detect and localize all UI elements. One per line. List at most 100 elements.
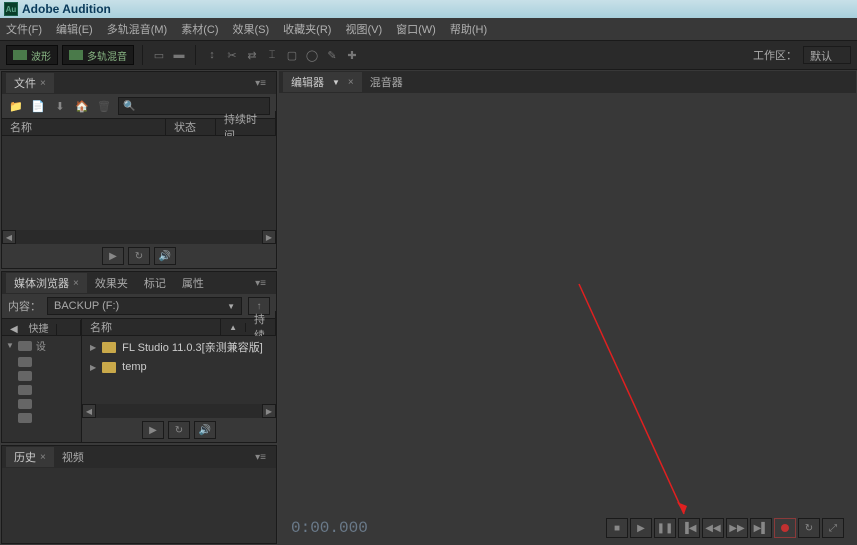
menu-view[interactable]: 视图(V) (345, 21, 382, 37)
tool-icon-2[interactable]: ▬ (171, 47, 187, 63)
menu-edit[interactable]: 编辑(E) (56, 21, 93, 37)
stop-button[interactable]: ■ (606, 518, 628, 538)
import-icon[interactable]: ⬇ (52, 98, 68, 114)
forward-button[interactable]: ▶▶ (726, 518, 748, 538)
new-file-icon[interactable]: 📄 (30, 98, 46, 114)
menu-favorites[interactable]: 收藏夹(R) (283, 21, 331, 37)
tab-mixer[interactable]: 混音器 (362, 72, 411, 92)
scrollbar[interactable]: ◀ ▶ (82, 404, 276, 418)
multitrack-label: 多轨混音 (87, 48, 127, 63)
expand-icon[interactable]: ▶ (90, 343, 96, 352)
tree-item[interactable] (2, 397, 81, 411)
skip-selection-button[interactable]: ⤢ (822, 518, 844, 538)
menu-effects[interactable]: 效果(S) (233, 21, 270, 37)
record-icon (781, 524, 789, 532)
menu-file[interactable]: 文件(F) (6, 21, 42, 37)
record-button[interactable] (774, 518, 796, 538)
panel-menu-icon[interactable]: ▾≡ (249, 78, 272, 89)
tree-item[interactable] (2, 369, 81, 383)
autoplay-button[interactable]: 🔊 (194, 421, 216, 439)
tab-markers[interactable]: 标记 (136, 273, 174, 293)
close-icon[interactable]: × (348, 77, 354, 88)
panel-menu-icon[interactable]: ▾≡ (249, 452, 272, 463)
col-name[interactable]: 名称 (2, 119, 166, 135)
scroll-left-icon[interactable]: ◀ (82, 404, 96, 418)
play-button[interactable]: ▶ (630, 518, 652, 538)
drive-icon (18, 357, 32, 367)
chevron-down-icon[interactable]: ▼ (332, 78, 340, 87)
rewind-button[interactable]: ◀◀ (702, 518, 724, 538)
col-status[interactable]: 状态 (166, 119, 216, 135)
list-item[interactable]: ▶ temp (82, 358, 276, 376)
multitrack-view-button[interactable]: 多轨混音 (62, 45, 134, 65)
tree-item[interactable] (2, 383, 81, 397)
list-item[interactable]: ▶ FL Studio 11.0.3[亲测兼容版] (82, 336, 276, 358)
close-icon[interactable]: × (73, 278, 79, 289)
tab-video[interactable]: 视频 (54, 447, 92, 467)
delete-icon[interactable]: 🗑 (96, 98, 112, 114)
waveform-label: 波形 (31, 48, 51, 63)
history-list (2, 468, 276, 543)
slip-tool-icon[interactable]: ⇄ (244, 47, 260, 63)
main-toolbar: 波形 多轨混音 ▭ ▬ ↕ ✂ ⇄ ⌶ ▢ ◯ ✎ ✚ 工作区： 默认 (0, 40, 857, 70)
brush-tool-icon[interactable]: ✎ (324, 47, 340, 63)
scroll-track[interactable] (96, 404, 262, 418)
open-file-icon[interactable]: 📁 (8, 98, 24, 114)
tab-files[interactable]: 文件 × (6, 73, 54, 93)
loop-button[interactable]: ↻ (168, 421, 190, 439)
time-select-icon[interactable]: ⌶ (264, 47, 280, 63)
timecode-display: 0:00.000 (291, 519, 368, 537)
editor-canvas[interactable] (279, 94, 856, 512)
content-dropdown[interactable]: BACKUP (F:) ▼ (47, 297, 242, 315)
menu-window[interactable]: 窗口(W) (396, 21, 436, 37)
skip-back-button[interactable]: ▐◀ (678, 518, 700, 538)
separator (142, 45, 143, 65)
pause-button[interactable]: ❚❚ (654, 518, 676, 538)
close-file-icon[interactable]: 🏠 (74, 98, 90, 114)
tree-item[interactable] (2, 411, 81, 425)
razor-tool-icon[interactable]: ✂ (224, 47, 240, 63)
autoplay-button[interactable]: 🔊 (154, 247, 176, 265)
close-icon[interactable]: × (40, 452, 46, 463)
skip-fwd-button[interactable]: ▶▌ (750, 518, 772, 538)
scroll-track[interactable] (16, 230, 262, 244)
waveform-view-button[interactable]: 波形 (6, 45, 58, 65)
lasso-tool-icon[interactable]: ◯ (304, 47, 320, 63)
play-button[interactable]: ▶ (102, 247, 124, 265)
tree-item[interactable]: ▼设 (2, 336, 81, 355)
tab-media-browser[interactable]: 媒体浏览器 × (6, 273, 87, 293)
scroll-right-icon[interactable]: ▶ (262, 230, 276, 244)
loop-button[interactable]: ↻ (128, 247, 150, 265)
tab-editor[interactable]: 编辑器 ▼ × (283, 72, 362, 92)
tree-label: 设 (36, 338, 46, 353)
col-up-icon[interactable]: ▲ (221, 323, 246, 332)
folder-icon (102, 342, 116, 353)
tool-icon-1[interactable]: ▭ (151, 47, 167, 63)
menu-clip[interactable]: 素材(C) (181, 21, 218, 37)
col-name[interactable]: 名称 (82, 319, 221, 335)
heal-tool-icon[interactable]: ✚ (344, 47, 360, 63)
expand-icon[interactable]: ▶ (90, 363, 96, 372)
panel-menu-icon[interactable]: ▾≡ (249, 278, 272, 289)
marquee-tool-icon[interactable]: ▢ (284, 47, 300, 63)
separator (195, 45, 196, 65)
tab-properties[interactable]: 属性 (174, 273, 212, 293)
scroll-left-icon[interactable]: ◀ (2, 230, 16, 244)
play-button[interactable]: ▶ (142, 421, 164, 439)
menu-multitrack[interactable]: 多轨混音(M) (107, 21, 168, 37)
drive-icon (18, 399, 32, 409)
files-list (2, 136, 276, 230)
waveform-icon (13, 50, 27, 60)
chevron-down-icon: ▼ (227, 302, 235, 311)
workspace-dropdown[interactable]: 默认 (803, 46, 851, 64)
move-tool-icon[interactable]: ↕ (204, 47, 220, 63)
close-icon[interactable]: × (40, 78, 46, 89)
history-panel: 历史 × 视频 ▾≡ (1, 445, 277, 544)
tab-effects-rack[interactable]: 效果夹 (87, 273, 136, 293)
scrollbar[interactable]: ◀ ▶ (2, 230, 276, 244)
menu-help[interactable]: 帮助(H) (450, 21, 487, 37)
loop-button[interactable]: ↻ (798, 518, 820, 538)
tab-history[interactable]: 历史 × (6, 447, 54, 467)
tree-item[interactable] (2, 355, 81, 369)
scroll-right-icon[interactable]: ▶ (262, 404, 276, 418)
